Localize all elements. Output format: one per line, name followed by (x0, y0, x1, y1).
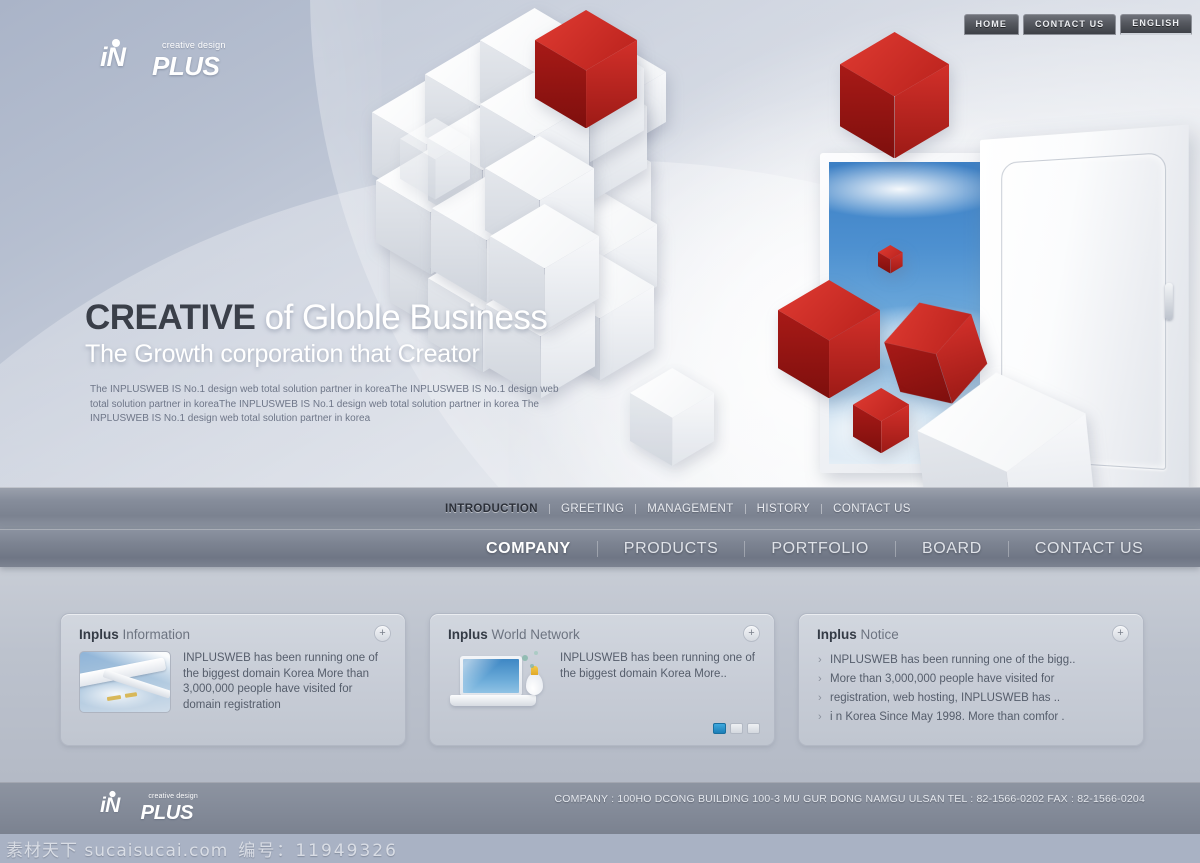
plus-icon-information[interactable]: + (374, 625, 391, 642)
red-cube-shape (778, 280, 881, 399)
sub-navigation: INTRODUCTION GREETING MANAGEMENT HISTORY CON… (0, 487, 1200, 529)
footer-address: COMPANY : 100HO DCONG BUILDING 100-3 MU … (554, 793, 1145, 805)
notice-list-item[interactable]: i n Korea Since May 1998. More than comf… (817, 708, 1127, 727)
panel-inplus-information: Inplus Information + INPLUSWEB has been … (60, 613, 406, 746)
white-cube-shape (630, 368, 715, 466)
pagination-dot-2[interactable] (730, 723, 743, 734)
white-cube-shape (912, 364, 1100, 487)
hero-paragraph: The INPLUSWEB IS No.1 design web total s… (90, 384, 559, 424)
decorative-dot (534, 651, 538, 655)
mainnav-item-board[interactable]: BOARD (896, 540, 1008, 558)
plus-icon-notice[interactable]: + (1112, 625, 1129, 642)
panel-pagination (713, 723, 760, 734)
watermark-number: 编号：11949326 (238, 841, 398, 861)
panel-inplus-world-network: Inplus World Network + INPLUSWEB has bee… (429, 613, 775, 746)
lightbulb-icon (526, 666, 543, 695)
footer-content: COMPANY : 100HO DCONG BUILDING 100-3 MU … (554, 793, 1145, 813)
subnav-item-history[interactable]: HISTORY (746, 503, 822, 515)
logo-tagline: creative design (148, 791, 198, 800)
white-cube-shape (400, 118, 471, 200)
logo-mark: iN (100, 42, 126, 72)
subnav-item-contact-us[interactable]: CONTACT US (822, 503, 922, 515)
subnav-item-management[interactable]: MANAGEMENT (636, 503, 744, 515)
watermark-site: 素材天下 sucaisucai.com (6, 841, 229, 861)
logo-tagline: creative design (162, 40, 226, 50)
page-root: CREATIVE of Globle Business The Growth c… (0, 0, 1200, 863)
decorative-dot (530, 664, 534, 668)
panel-header: Inplus Information (79, 627, 389, 642)
panel-title: Inplus World Network (448, 627, 580, 642)
red-cube-shape (878, 245, 903, 274)
topnav-item-english[interactable]: ENGLISH (1120, 14, 1192, 35)
logo-word: PLUS (152, 51, 220, 81)
panel-row: Inplus Information + INPLUSWEB has been … (60, 613, 1145, 746)
panel-title-light: World Network (491, 627, 580, 642)
hero-headline-strong: CREATIVE (85, 298, 256, 337)
panel-title: Inplus Information (79, 627, 190, 642)
page-footer: iN creative design PLUS COMPANY : 100HO … (0, 782, 1200, 834)
mainnav-item-portfolio[interactable]: PORTFOLIO (745, 540, 895, 558)
panel-title: Inplus Notice (817, 627, 899, 642)
logo-word: PLUS (140, 800, 194, 824)
hero-headline-rest: of Globle Business (255, 298, 548, 337)
logo-mark: iN (100, 793, 120, 817)
header-logo[interactable]: iN creative design PLUS (100, 34, 250, 81)
main-navigation: COMPANY PRODUCTS PORTFOLIO BOARD CONTACT US (0, 529, 1200, 567)
pagination-dot-3[interactable] (747, 723, 760, 734)
notice-list-item[interactable]: registration, web hosting, INPLUSWEB has… (817, 689, 1127, 708)
panel-title-light: Notice (860, 627, 899, 642)
airplane-stripe-shape (106, 694, 122, 702)
panel-title-bold: Inplus (79, 627, 119, 642)
airplane-stripe-shape (124, 692, 138, 698)
topnav-item-contact-us[interactable]: CONTACT US (1022, 14, 1117, 35)
laptop-screen-shape (460, 656, 522, 696)
hero-headline: CREATIVE of Globle Business (85, 298, 548, 338)
notice-list: INPLUSWEB has been running one of the bi… (817, 651, 1127, 727)
panel-title-bold: Inplus (448, 627, 488, 642)
red-cube-shape (853, 388, 910, 454)
hero-headline-group: CREATIVE of Globle Business The Growth c… (85, 298, 548, 369)
panel-header: Inplus World Network (448, 627, 758, 642)
notice-list-item[interactable]: More than 3,000,000 people have visited … (817, 670, 1127, 689)
panel-title-bold: Inplus (817, 627, 857, 642)
panel-title-light: Information (122, 627, 191, 642)
pagination-dot-1[interactable] (713, 723, 726, 734)
laptop-illustration-image (448, 651, 548, 715)
decorative-dot (522, 655, 528, 661)
panel-text-network: INPLUSWEB has been running one of the bi… (560, 652, 755, 680)
laptop-base-shape (450, 695, 536, 706)
plus-icon-network[interactable]: + (743, 625, 760, 642)
mainnav-item-company[interactable]: COMPANY (460, 540, 597, 558)
panel-text-information: INPLUSWEB has been running one of the bi… (183, 652, 378, 711)
mainnav-item-products[interactable]: PRODUCTS (598, 540, 745, 558)
subnav-item-introduction[interactable]: INTRODUCTION (434, 503, 549, 515)
panel-header: Inplus Notice (817, 627, 1127, 642)
mainnav-item-contact-us[interactable]: CONTACT US (1009, 540, 1170, 558)
footer-logo[interactable]: iN creative design PLUS (100, 787, 217, 824)
red-cube-shape (840, 32, 950, 159)
panel-body: INPLUSWEB has been running one of the bi… (448, 651, 758, 715)
utility-nav: HOME CONTACT US ENGLISH (963, 14, 1192, 35)
topnav-item-home[interactable]: HOME (963, 14, 1019, 35)
stock-watermark: 素材天下 sucaisucai.com 编号：11949326 (0, 834, 1200, 863)
subnav-item-greeting[interactable]: GREETING (550, 503, 635, 515)
notice-list-item[interactable]: INPLUSWEB has been running one of the bi… (817, 651, 1127, 670)
airplane-thumbnail-image (79, 651, 171, 713)
hero-subheadline: The Growth corporation that Creator (85, 340, 480, 368)
panel-inplus-notice: Inplus Notice + INPLUSWEB has been runni… (798, 613, 1144, 746)
panel-body: INPLUSWEB has been running one of the bi… (79, 651, 389, 713)
